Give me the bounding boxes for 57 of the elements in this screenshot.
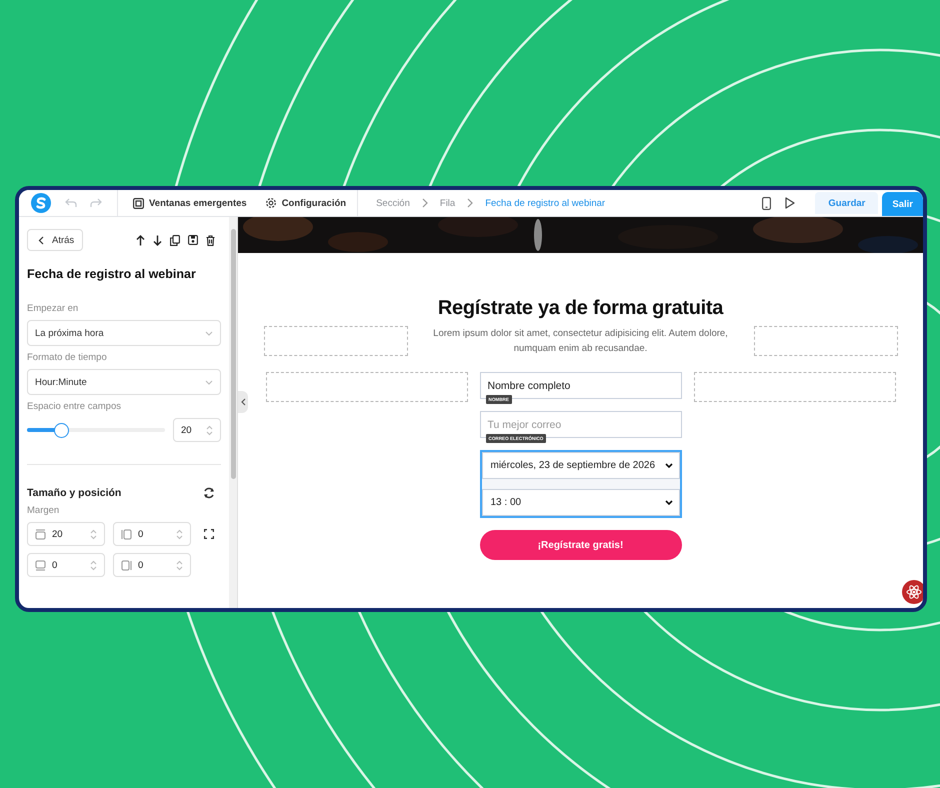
refresh-icon[interactable] [203,487,215,499]
panel-title: Fecha de registro al webinar [27,267,197,281]
expand-icon[interactable] [204,529,214,539]
margin-field[interactable]: 0 [113,553,191,577]
settings-icon [264,197,277,209]
field-label: Empezar en [27,303,80,314]
arrow-down-icon[interactable] [153,234,162,246]
register-button[interactable]: ¡Regístrate gratis! [480,530,682,560]
chevron-left-icon [240,398,246,406]
scrollbar[interactable] [229,217,237,608]
chevron-down-icon [205,330,213,336]
margin-field[interactable]: 0 [27,553,105,577]
margin-top-icon [35,528,46,540]
slider-thumb[interactable] [54,422,70,438]
save-icon[interactable] [188,235,198,245]
number-field[interactable]: 20 [173,418,221,442]
form-heading: Regístrate ya de forma gratuita [438,297,724,320]
description-text: Lorem ipsum dolor sit amet, consectetur adipisicing elit. Autem dolore, numquam enim ab recusandae. [432,327,729,356]
chevron-left-icon [38,236,44,244]
dropdown-field[interactable]: La próxima hora [27,320,221,346]
slider-track[interactable] [27,422,165,438]
margin-field[interactable]: 20 [27,522,105,546]
copy-icon[interactable] [170,234,180,246]
stepper-icon [176,560,183,570]
mobile-phone-icon[interactable] [762,196,772,210]
trash-icon[interactable] [206,234,215,246]
section-title: Tamaño y posición [27,487,122,499]
field-label: Margen [27,505,60,516]
stepper-icon [90,528,97,540]
field-label: Formato de tiempo [27,352,108,363]
date-select[interactable]: 13 : 00 [482,489,680,516]
chevron-right-icon [467,198,474,208]
date-select[interactable]: miércoles, 23 de septiembre de 2026 [482,452,680,479]
play-icon[interactable] [785,197,796,209]
stepper-icon [206,424,213,436]
chevron-down-icon [664,463,672,468]
field-label: Espacio entre campos [27,401,122,412]
name-field[interactable]: Nombre completo [480,372,682,399]
window-icon [133,198,144,208]
margin-right-icon [121,528,132,540]
margin-left-icon [121,560,132,570]
toolbar-tab[interactable]: Ventanas emergentes [124,198,256,208]
atom-button[interactable] [902,580,923,604]
back-button[interactable]: Atrás [27,229,84,251]
margin-bottom-icon [35,560,46,570]
collapse-handle[interactable] [238,391,248,413]
dropdown-field[interactable]: Hour:Minute [27,369,221,395]
toolbar-tab[interactable]: Configuración [256,197,356,209]
chevron-down-icon [205,380,213,384]
stepper-icon [176,528,183,540]
arrow-up-icon[interactable] [136,234,145,246]
atom-icon [906,584,922,600]
chevron-right-icon [422,198,428,208]
logo-icon [31,193,51,213]
margin-field[interactable]: 0 [113,522,191,546]
stepper-icon [90,560,97,570]
chevron-down-icon [664,500,672,505]
